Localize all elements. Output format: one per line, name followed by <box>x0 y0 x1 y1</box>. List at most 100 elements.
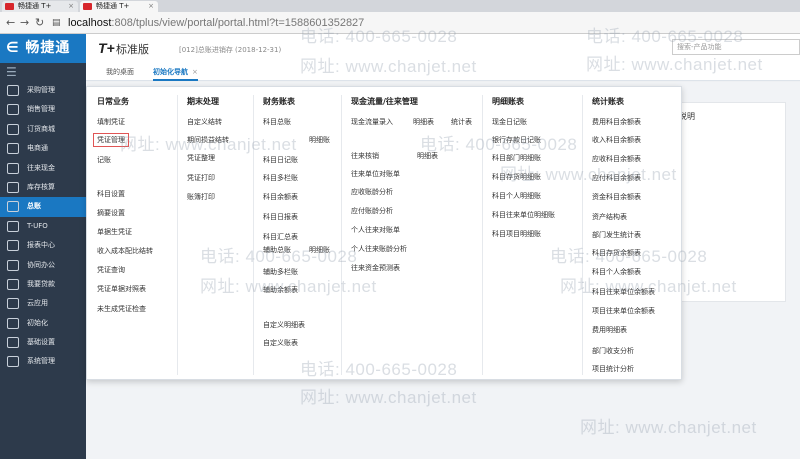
menu-item[interactable]: 明细表 <box>417 151 438 161</box>
sidebar-item[interactable]: 系统管理 <box>0 352 86 371</box>
menu-item[interactable]: 自定义账表 <box>263 338 298 348</box>
menu-item[interactable]: 明细账 <box>309 135 330 145</box>
menu-item[interactable]: 费用明细表 <box>592 325 627 335</box>
menu-item[interactable]: 资金科目余额表 <box>592 192 641 202</box>
menu-item[interactable]: 银行存款日记账 <box>492 135 541 145</box>
close-tab-icon[interactable]: × <box>68 1 74 12</box>
menu-item[interactable]: 记账 <box>97 155 111 165</box>
sidebar-item[interactable]: 订货商城 <box>0 120 86 139</box>
browser-tab[interactable]: 畅捷通 T+ × <box>2 1 78 12</box>
menu-item[interactable]: 费用科目余额表 <box>592 117 641 127</box>
menu-item[interactable]: 科目多栏账 <box>263 173 298 183</box>
menu-item[interactable]: 自定义明细表 <box>263 320 305 330</box>
sidebar-item[interactable]: 我要贷款 <box>0 275 86 294</box>
menu-column-title: 日常业务 <box>97 97 129 106</box>
menu-item[interactable]: 明细表 <box>413 117 434 127</box>
menu-item[interactable]: 资产结构表 <box>592 212 627 222</box>
sidebar-item-label: 我要贷款 <box>27 279 55 288</box>
menu-item[interactable]: 往来资金预测表 <box>351 263 400 273</box>
menu-item[interactable]: 摘要设置 <box>97 208 125 218</box>
tplus-favicon-icon <box>5 3 14 10</box>
menu-item[interactable]: 明细账 <box>309 245 330 255</box>
sidebar-item[interactable]: 协同办公 <box>0 256 86 275</box>
menu-item[interactable]: 科目日报表 <box>263 212 298 222</box>
close-tab-icon[interactable]: × <box>148 1 154 12</box>
forward-icon[interactable]: → <box>20 17 29 29</box>
menu-item[interactable]: 凭证整理 <box>187 153 215 163</box>
sidebar-item[interactable]: 往来现金 <box>0 159 86 178</box>
menu-item[interactable]: 科目设置 <box>97 189 125 199</box>
menu-item[interactable]: 凭证单据对照表 <box>97 284 146 294</box>
menu-item[interactable]: 科目往来单位明细账 <box>492 210 555 220</box>
menu-item[interactable]: 凭证打印 <box>187 173 215 183</box>
menu-item[interactable]: 科目项目明细账 <box>492 229 541 239</box>
sidebar-item[interactable]: 云应用 <box>0 294 86 313</box>
menu-item[interactable]: 辅助多栏账 <box>263 267 298 277</box>
menu-item[interactable]: 科目往来单位余额表 <box>592 287 655 297</box>
tab-my-desktop[interactable]: 我的桌面 <box>106 67 134 77</box>
settings-icon <box>7 337 19 349</box>
menu-item[interactable]: 科目日记账 <box>263 155 298 165</box>
menu-item[interactable]: 自定义结转 <box>187 117 222 127</box>
sidebar-item[interactable]: 报表中心 <box>0 236 86 255</box>
search-input[interactable]: 搜索-产品功能 <box>672 39 800 55</box>
sidebar-item[interactable]: 基础设置 <box>0 333 86 352</box>
sidebar-item[interactable]: 库存核算 <box>0 178 86 197</box>
menu-item[interactable]: 部门收支分析 <box>592 346 634 356</box>
tab-init-navigation[interactable]: 初始化导航 × <box>153 67 198 81</box>
back-icon[interactable]: ← <box>6 17 15 29</box>
sidebar-item[interactable]: 电商通 <box>0 139 86 158</box>
sidebar-item[interactable]: 初始化 <box>0 314 86 333</box>
menu-item[interactable]: 应付科目余额表 <box>592 173 641 183</box>
menu-item[interactable]: 应付账龄分析 <box>351 206 393 216</box>
menu-item[interactable]: 部门发生统计表 <box>592 230 641 240</box>
chanjet-logo[interactable]: ∈ 畅捷通 <box>0 34 86 63</box>
menu-item[interactable]: 科目总账 <box>263 117 291 127</box>
sidebar-item-label: 云应用 <box>27 299 48 308</box>
menu-item[interactable]: 收入科目余额表 <box>592 135 641 145</box>
menu-item[interactable]: 未生成凭证检查 <box>97 304 146 314</box>
menu-item[interactable]: 个人往来对账单 <box>351 225 400 235</box>
menu-item[interactable]: 项目统计分析 <box>592 364 634 374</box>
browser-tab-title: 畅捷通 T+ <box>18 2 52 10</box>
menu-item[interactable]: 科目汇总表 <box>263 232 298 242</box>
menu-item[interactable]: 辅助总账 <box>263 245 291 255</box>
menu-item[interactable]: 应收科目余额表 <box>592 154 641 164</box>
menu-item[interactable]: 科目存货明细账 <box>492 172 541 182</box>
url-host: localhost <box>68 17 112 29</box>
menu-item[interactable]: 科目部门明细账 <box>492 153 541 163</box>
menu-item[interactable]: 往来核销 <box>351 151 379 161</box>
page-info-icon[interactable]: ▤ <box>52 17 61 29</box>
menu-item[interactable]: 辅助余额表 <box>263 285 298 295</box>
menu-item[interactable]: 应收账龄分析 <box>351 187 393 197</box>
menu-item[interactable]: 账簿打印 <box>187 192 215 202</box>
menu-item[interactable]: 项目往来单位余额表 <box>592 306 655 316</box>
menu-item[interactable]: 单据生凭证 <box>97 227 132 237</box>
menu-item[interactable]: 收入成本配比结转 <box>97 246 153 256</box>
sidebar-item[interactable]: 总账 <box>0 197 86 217</box>
url-field[interactable]: localhost:808/tplus/view/portal/portal.h… <box>68 16 364 30</box>
sidebar-item[interactable]: T-UFO <box>0 217 86 236</box>
browser-tab-active[interactable]: 畅捷通 T+ × <box>80 1 158 12</box>
menu-item[interactable]: 科目余额表 <box>263 192 298 202</box>
menu-item[interactable]: 科目存货余额表 <box>592 248 641 258</box>
close-tab-icon[interactable]: × <box>192 68 198 76</box>
reload-icon[interactable]: ↻ <box>35 17 44 29</box>
menu-item[interactable]: 现金流量录入 <box>351 117 393 127</box>
menu-toggle-icon[interactable]: ☰ <box>0 63 86 81</box>
column-divider <box>341 95 342 375</box>
menu-item[interactable]: 现金日记账 <box>492 117 527 127</box>
menu-item[interactable]: 个人往来账龄分析 <box>351 244 407 254</box>
menu-item[interactable]: 往来单位对账单 <box>351 169 400 179</box>
menu-item[interactable]: 填制凭证 <box>97 117 125 127</box>
menu-item[interactable]: 期间损益结转 <box>187 135 229 145</box>
menu-item[interactable]: 凭证管理 <box>93 133 129 147</box>
sidebar-item[interactable]: 销售管理 <box>0 100 86 119</box>
menu-item[interactable]: 凭证查询 <box>97 265 125 275</box>
column-divider <box>177 95 178 375</box>
sidebar-item[interactable]: 采购管理 <box>0 81 86 100</box>
menu-item[interactable]: 科目个人明细账 <box>492 191 541 201</box>
menu-item[interactable]: 统计表 <box>451 117 472 127</box>
system-icon <box>7 356 19 368</box>
menu-item[interactable]: 科目个人余额表 <box>592 267 641 277</box>
